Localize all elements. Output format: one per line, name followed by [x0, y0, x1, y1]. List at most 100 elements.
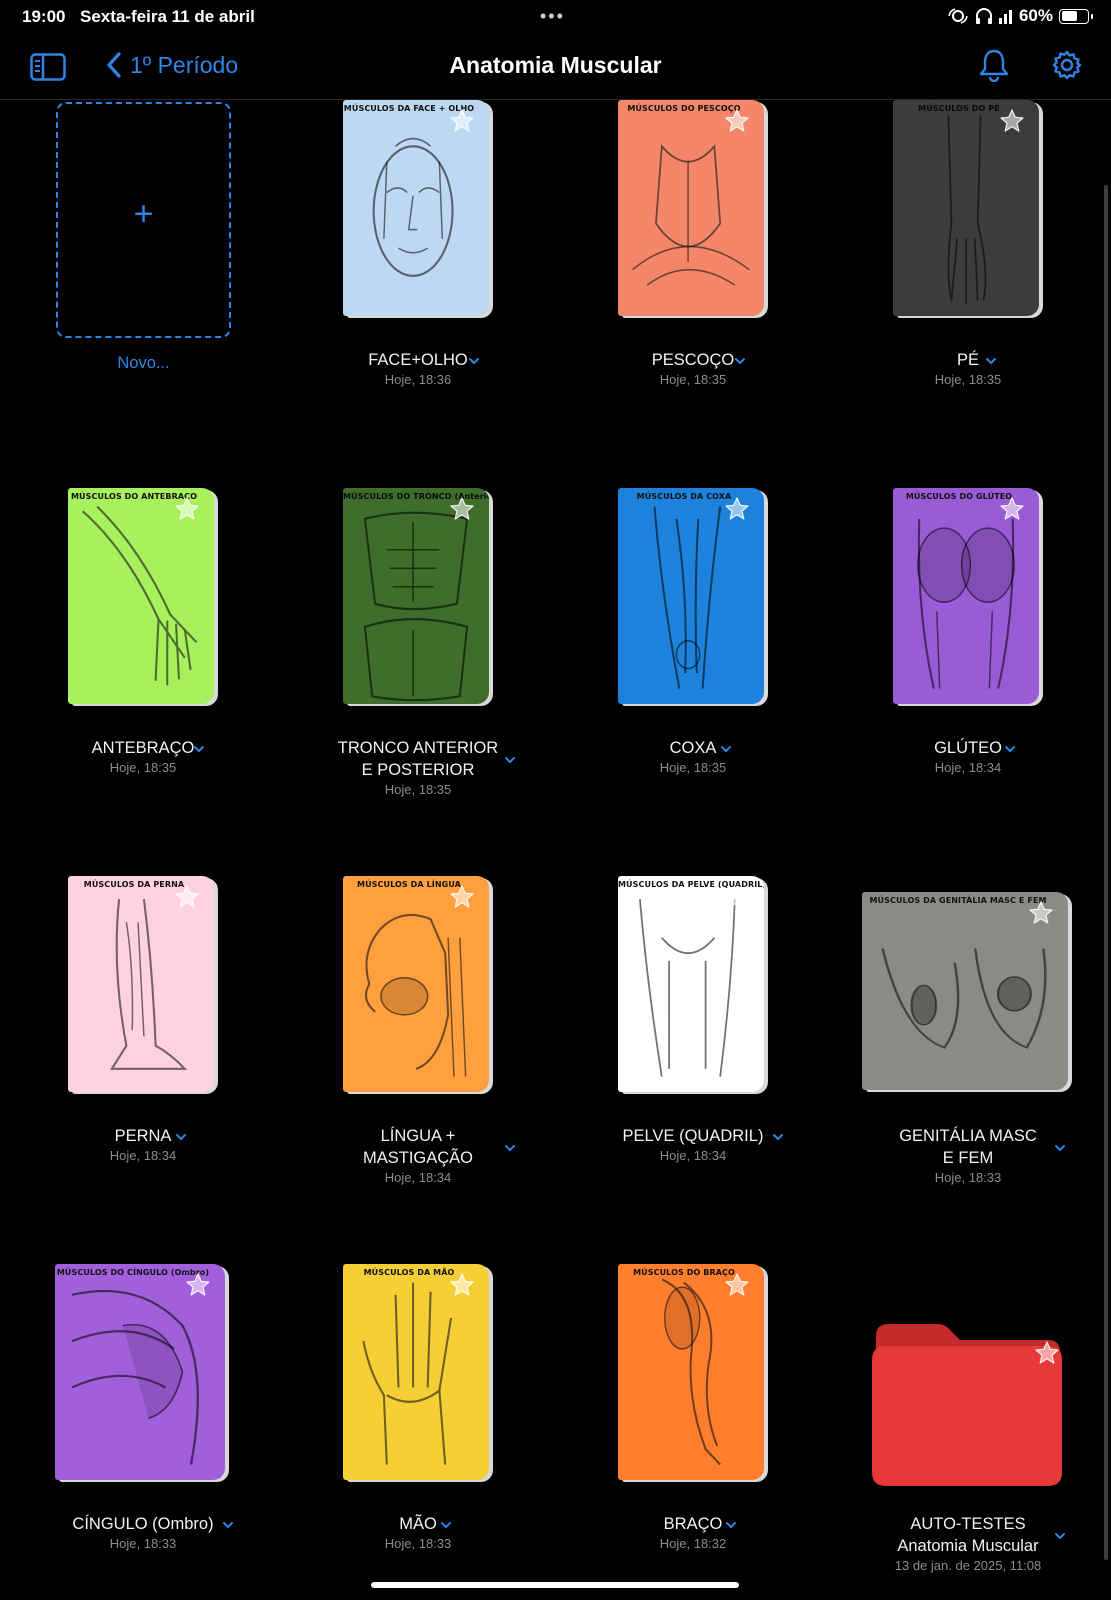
notebook-title-line2: E POSTERIOR — [361, 761, 475, 779]
chevron-down-icon[interactable] — [720, 745, 732, 753]
favorite-star-icon[interactable] — [449, 108, 475, 134]
notebook-label-group[interactable]: MÃO Hoje, 18:33 — [308, 1513, 528, 1551]
notebook-title: GLÚTEO — [934, 739, 1002, 757]
favorite-star-icon[interactable] — [174, 884, 200, 910]
signal-icon — [998, 10, 1012, 24]
favorite-star-icon[interactable] — [449, 496, 475, 522]
notebook-title: BRAÇO — [663, 1515, 723, 1533]
favorite-star-icon[interactable] — [449, 884, 475, 910]
modified-time: Hoje, 18:36 — [384, 372, 452, 387]
plus-icon: + — [133, 195, 154, 233]
chevron-down-icon[interactable] — [725, 1521, 737, 1529]
status-date: Sexta-feira 11 de abril — [80, 7, 255, 26]
modified-time: Hoje, 18:33 — [384, 1536, 452, 1551]
notebook-label-group[interactable]: TRONCO ANTERIOR E POSTERIOR Hoje, 18:35 — [308, 737, 528, 797]
notebook-title: TRONCO ANTERIOR — [337, 739, 499, 757]
notebook-title: PESCOÇO — [651, 351, 735, 369]
notebook-title: GENITÁLIA MASC — [899, 1127, 1037, 1145]
chevron-down-icon[interactable] — [222, 1521, 234, 1529]
gear-icon[interactable] — [1052, 50, 1082, 80]
notebook-title-line2: E FEM — [942, 1149, 994, 1167]
chevron-left-icon — [107, 52, 121, 78]
notebook-label-group[interactable]: CÍNGULO (Ombro) Hoje, 18:33 — [33, 1513, 253, 1551]
notebook-title: PÉ — [956, 351, 979, 369]
favorite-star-icon[interactable] — [449, 1272, 475, 1298]
chevron-down-icon[interactable] — [1054, 1144, 1066, 1152]
notebook-label-group[interactable]: GLÚTEO Hoje, 18:34 — [858, 737, 1078, 775]
chevron-down-icon[interactable] — [1004, 745, 1016, 753]
notebook-title-line2: MASTIGAÇÃO — [362, 1149, 473, 1167]
favorite-star-icon[interactable] — [1028, 900, 1054, 926]
chevron-down-icon[interactable] — [468, 357, 480, 365]
home-indicator[interactable] — [371, 1582, 739, 1588]
chevron-down-icon[interactable] — [772, 1133, 784, 1141]
modified-time: Hoje, 18:34 — [659, 1148, 727, 1163]
modified-time: Hoje, 18:32 — [659, 1536, 727, 1551]
notebook-title: LÍNGUA + — [380, 1127, 456, 1145]
notebook-label-group[interactable]: PELVE (QUADRIL) Hoje, 18:34 — [583, 1125, 803, 1163]
chevron-down-icon[interactable] — [504, 756, 516, 764]
navigation-bar: 1º Período Anatomia Muscular — [0, 34, 1111, 100]
modified-time: Hoje, 18:33 — [109, 1536, 177, 1551]
scroll-indicator[interactable] — [1104, 185, 1108, 1560]
notebook-title-line2: Anatomia Muscular — [897, 1537, 1039, 1555]
battery-icon — [1059, 8, 1093, 24]
chevron-down-icon[interactable] — [504, 1144, 516, 1152]
modified-time: 13 de jan. de 2025, 11:08 — [894, 1558, 1042, 1573]
chevron-down-icon[interactable] — [440, 1521, 452, 1529]
notebook-label-group[interactable]: PÉ Hoje, 18:35 — [858, 349, 1078, 387]
notebook-label-group[interactable]: LÍNGUA + MASTIGAÇÃO Hoje, 18:34 — [308, 1125, 528, 1185]
notebook-label-group[interactable]: ANTEBRAÇO Hoje, 18:35 — [33, 737, 253, 775]
cover-title: MÚSCULOS DA GENITÁLIA MASC E FEM — [869, 896, 1047, 905]
modified-time: Hoje, 18:34 — [109, 1148, 177, 1163]
notebook-title: CÍNGULO (Ombro) — [72, 1515, 214, 1533]
favorite-star-icon[interactable] — [999, 496, 1025, 522]
multitasking-dots-icon[interactable]: ••• — [540, 6, 565, 27]
favorite-star-icon[interactable] — [185, 1272, 211, 1298]
favorite-star-icon[interactable] — [724, 884, 750, 910]
notebook-title: PELVE (QUADRIL) — [622, 1127, 764, 1145]
status-right: 60% — [947, 6, 1093, 26]
chevron-down-icon[interactable] — [985, 357, 997, 365]
modified-time: Hoje, 18:35 — [659, 372, 727, 387]
modified-time: Hoje, 18:35 — [659, 760, 727, 775]
status-time: 19:00 — [22, 7, 66, 26]
back-button[interactable]: 1º Período — [106, 51, 238, 79]
modified-time: Hoje, 18:34 — [384, 1170, 452, 1185]
chevron-down-icon[interactable] — [193, 745, 205, 753]
modified-time: Hoje, 18:35 — [934, 372, 1002, 387]
orientation-lock-icon — [948, 8, 968, 24]
notebook-label-group[interactable]: COXA Hoje, 18:35 — [583, 737, 803, 775]
chevron-down-icon[interactable] — [734, 357, 746, 365]
modified-time: Hoje, 18:35 — [109, 760, 177, 775]
notebook-title: ANTEBRAÇO — [91, 739, 195, 757]
status-bar: 19:00 Sexta-feira 11 de abril ••• 60% — [0, 0, 1111, 34]
favorite-star-icon[interactable] — [724, 1272, 750, 1298]
notebook-label-group[interactable]: PERNA Hoje, 18:34 — [33, 1125, 253, 1163]
notebook-title: FACE+OLHO — [368, 351, 468, 369]
notebook-label-group[interactable]: BRAÇO Hoje, 18:32 — [583, 1513, 803, 1551]
back-label: 1º Período — [130, 51, 239, 78]
favorite-star-icon[interactable] — [174, 496, 200, 522]
battery-percent: 60% — [1018, 6, 1053, 25]
favorite-star-icon[interactable] — [999, 108, 1025, 134]
chevron-down-icon[interactable] — [175, 1133, 187, 1141]
notebook-title: COXA — [669, 739, 717, 757]
notebook-label-group[interactable]: GENITÁLIA MASC E FEM Hoje, 18:33 — [858, 1125, 1078, 1185]
notebook-title: PERNA — [114, 1127, 172, 1145]
modified-time: Hoje, 18:34 — [934, 760, 1002, 775]
favorite-star-icon[interactable] — [1034, 1340, 1060, 1366]
favorite-star-icon[interactable] — [724, 496, 750, 522]
notebook-label-group[interactable]: PESCOÇO Hoje, 18:35 — [583, 349, 803, 387]
notebook-title: MÃO — [399, 1515, 437, 1533]
bell-icon[interactable] — [978, 48, 1010, 82]
notebook-label-group[interactable]: FACE+OLHO Hoje, 18:36 — [308, 349, 528, 387]
chevron-down-icon[interactable] — [1054, 1532, 1066, 1540]
notebook-label-group[interactable]: AUTO-TESTES Anatomia Muscular 13 de jan. d… — [858, 1513, 1078, 1573]
favorite-star-icon[interactable] — [724, 108, 750, 134]
modified-time: Hoje, 18:33 — [934, 1170, 1002, 1185]
notebook-title: AUTO-TESTES — [910, 1515, 1026, 1533]
new-notebook-label[interactable]: Novo... — [56, 354, 231, 373]
sidebar-toggle-icon[interactable] — [30, 53, 66, 81]
modified-time: Hoje, 18:35 — [384, 782, 452, 797]
